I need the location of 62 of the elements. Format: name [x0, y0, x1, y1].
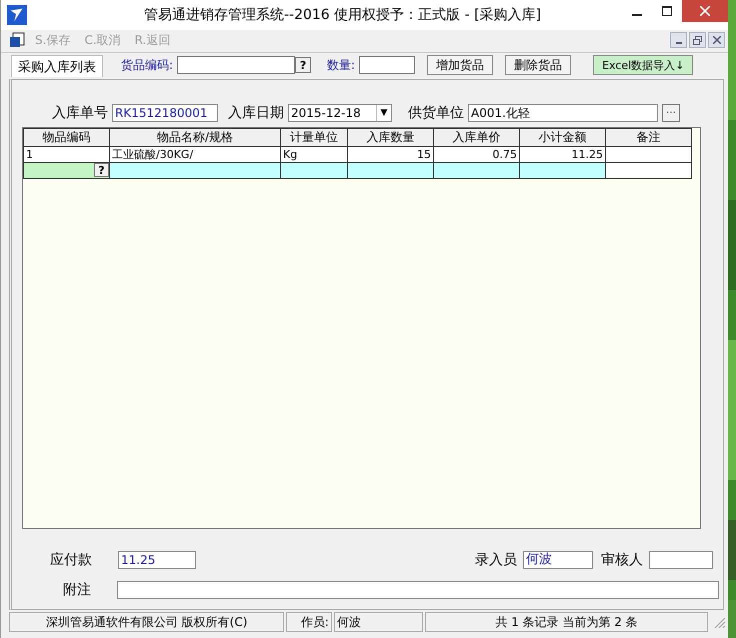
column-header: 入库单价: [434, 128, 520, 146]
table-cell: Kg: [280, 146, 348, 162]
action-button[interactable]: 删除货品: [505, 55, 572, 75]
column-header: 小计金额: [520, 128, 606, 146]
resize-grip-icon[interactable]: [712, 615, 726, 629]
reviewer-field[interactable]: [649, 551, 713, 570]
column-header: 备注: [606, 128, 692, 146]
restore-icon: [693, 36, 702, 44]
table-cell[interactable]: [110, 162, 280, 178]
table-cell: 0.75: [434, 146, 520, 162]
close-icon: [700, 6, 710, 16]
minimize-icon: [676, 42, 682, 44]
lookup-button[interactable]: ?: [295, 57, 312, 73]
browse-button[interactable]: ···: [662, 104, 680, 122]
field-label: 供货单位: [408, 104, 464, 122]
import-button[interactable]: Excel数据导入↓: [593, 55, 694, 75]
quantity-field[interactable]: [359, 56, 416, 74]
table-cell[interactable]: [280, 162, 348, 178]
maximize-icon: [662, 6, 672, 16]
field-label: 入库单号: [52, 104, 108, 122]
supplier-field[interactable]: A001.化轻: [468, 104, 658, 122]
table-cell[interactable]: [606, 162, 692, 178]
payable-field[interactable]: 11.25: [118, 551, 196, 570]
field-label: 录入员: [475, 551, 517, 570]
table-cell: 15: [348, 146, 434, 162]
field-label: 应付款: [49, 551, 92, 570]
status-text: 深圳管易通软件有限公司 版权所有(C): [9, 612, 284, 632]
table-cell[interactable]: ?: [24, 162, 110, 178]
field-label: 审核人: [601, 551, 643, 570]
close-button[interactable]: [682, 0, 728, 22]
status-text: 何波: [334, 612, 423, 632]
note-field[interactable]: [117, 581, 719, 600]
window-title: 管易通进销存管理系统--2016 使用权授予：正式版 - [采购入库]: [142, 6, 542, 24]
date-dropdown[interactable]: 2015-12-18 ▼: [288, 104, 392, 122]
column-header: 物品编码: [24, 128, 110, 146]
entered-by-field[interactable]: 何波: [523, 551, 593, 570]
action-button[interactable]: 增加货品: [427, 55, 494, 75]
lookup-button[interactable]: ?: [94, 163, 109, 178]
tab[interactable]: 采购入库列表: [11, 55, 103, 77]
table-cell: 11.25: [520, 146, 606, 162]
field-label: 附注: [62, 581, 92, 600]
table-cell[interactable]: [348, 162, 434, 178]
status-text: 共 1 条记录 当前为第 2 条: [424, 612, 708, 632]
receipt-number-field[interactable]: RK1512180001: [112, 104, 218, 122]
restore-button[interactable]: [689, 32, 706, 48]
field-label: 入库日期: [228, 104, 284, 122]
table-cell: 工业硫酸/30KG/: [110, 146, 280, 162]
column-header: 入库数量: [348, 128, 434, 146]
status-text: 作员:: [286, 612, 332, 632]
field-label: 数量:: [327, 56, 356, 74]
column-header: 计量单位: [280, 128, 348, 146]
column-header: 物品名称/规格: [110, 128, 280, 146]
table-cell: 1: [24, 146, 110, 162]
document-icon: [9, 32, 25, 48]
field-label: 货品编码:: [121, 56, 174, 74]
app-logo-icon: [7, 5, 27, 25]
table-cell[interactable]: [520, 162, 606, 178]
minimize-icon: [632, 14, 642, 16]
close-button[interactable]: [708, 32, 725, 48]
table-cell[interactable]: [434, 162, 520, 178]
close-icon: [712, 36, 720, 44]
item-code-field[interactable]: [177, 56, 296, 74]
